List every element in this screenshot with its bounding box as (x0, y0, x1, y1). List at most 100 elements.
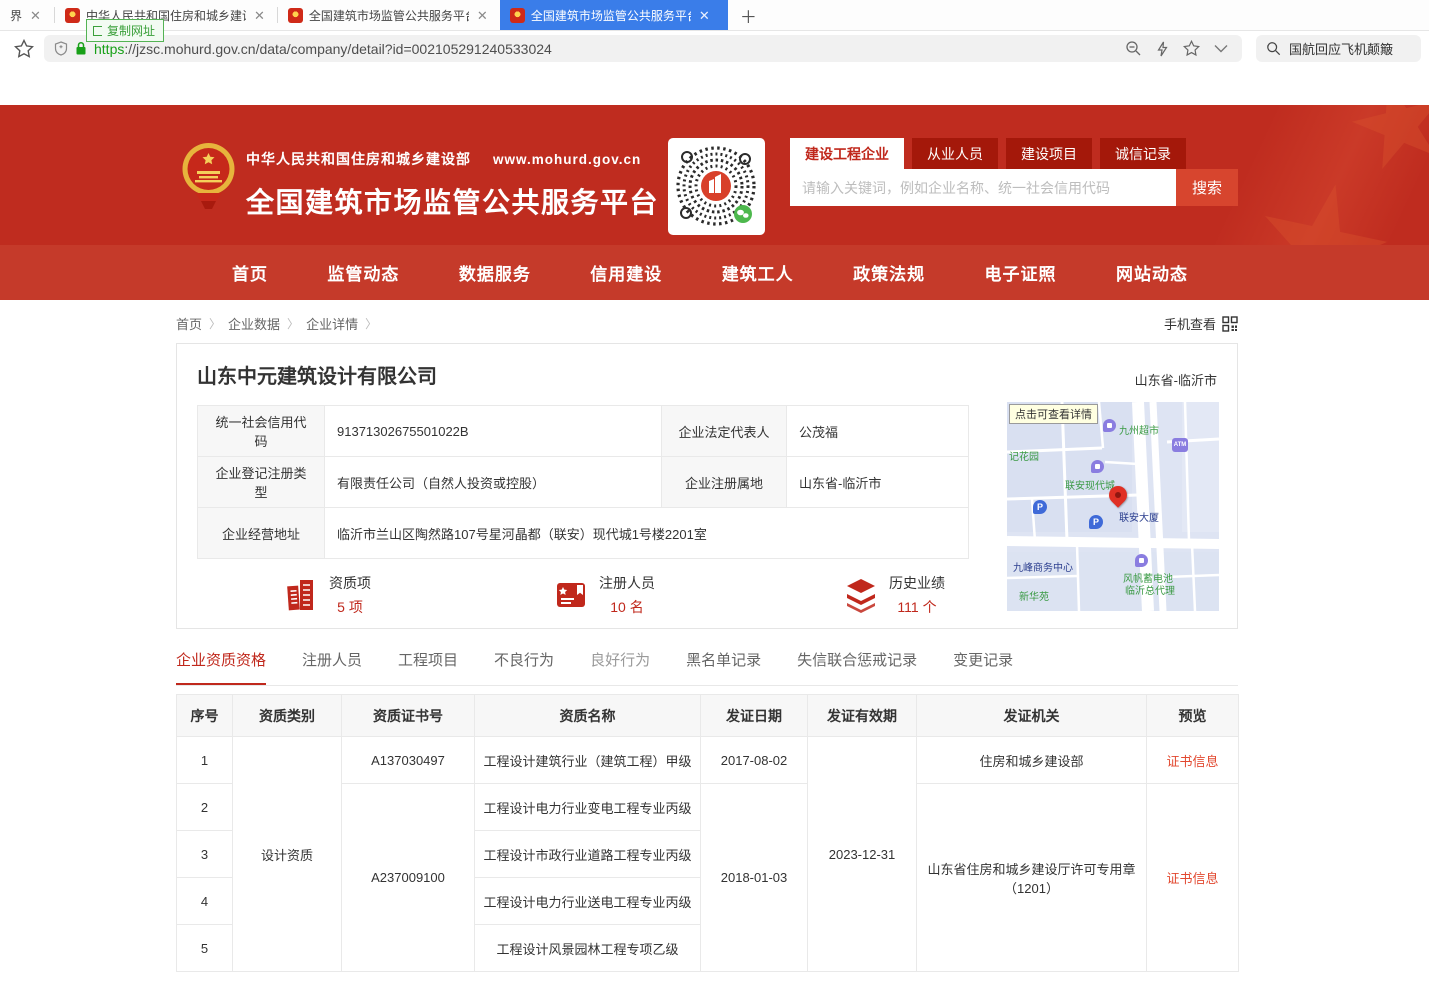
site-favicon-icon (510, 8, 525, 23)
nav-item-data-service[interactable]: 数据服务 (459, 260, 531, 285)
stat-historical-performance[interactable]: 历史业绩 111 个 (843, 573, 945, 617)
parking-icon: P (1089, 515, 1103, 529)
search-tab-credit[interactable]: 诚信记录 (1100, 138, 1186, 169)
tab-bad-behavior[interactable]: 不良行为 (494, 649, 554, 685)
nav-item-policy[interactable]: 政策法规 (853, 260, 925, 285)
company-name: 山东中元建筑设计有限公司 (197, 360, 437, 389)
cell-no: 5 (177, 925, 233, 972)
national-emblem-icon (181, 141, 236, 211)
close-icon[interactable]: ✕ (475, 9, 490, 22)
tab-qualifications[interactable]: 企业资质资格 (176, 649, 266, 685)
tab-projects[interactable]: 工程项目 (398, 649, 458, 685)
close-icon[interactable]: ✕ (28, 9, 43, 22)
flash-icon[interactable] (1156, 41, 1169, 57)
col-header: 资质类别 (233, 695, 342, 737)
tab-change-records[interactable]: 变更记录 (953, 649, 1013, 685)
poi-label: 临沂总代理 (1125, 582, 1175, 597)
tab-title: 界 (10, 7, 22, 24)
qualification-table: 序号 资质类别 资质证书号 资质名称 发证日期 发证有效期 发证机关 预览 1 … (176, 694, 1239, 972)
legal-rep-value: 公茂福 (787, 406, 969, 457)
field-label: 企业经营地址 (198, 508, 325, 559)
nav-item-supervision[interactable]: 监管动态 (327, 260, 399, 285)
cell-issue-date: 2018-01-03 (701, 784, 808, 972)
site-favicon-icon (65, 8, 80, 23)
nav-item-ecert[interactable]: 电子证照 (985, 260, 1057, 285)
tab-good-behavior[interactable]: 良好行为 (590, 649, 650, 685)
search-tab-enterprise[interactable]: 建设工程企业 (790, 138, 904, 169)
keyword-search-input[interactable] (790, 169, 1176, 206)
cell-no: 2 (177, 784, 233, 831)
breadcrumb-company-data[interactable]: 企业数据 (228, 314, 280, 333)
breadcrumb-home[interactable]: 首页 (176, 314, 202, 333)
stat-registered-personnel[interactable]: 注册人员 10 名 (553, 573, 655, 617)
tab-dishonesty[interactable]: 失信联合惩戒记录 (797, 649, 917, 685)
url-bar[interactable]: https://jzsc.mohurd.gov.cn/data/company/… (44, 35, 1242, 62)
cell-authority: 山东省住房和城乡建设厅许可专用章（1201） (917, 784, 1147, 972)
certificate-info-link[interactable]: 证书信息 (1166, 754, 1218, 769)
browser-tab-active[interactable]: 全国建筑市场监管公共服务平台 ✕ (500, 0, 728, 30)
tab-registered-personnel[interactable]: 注册人员 (302, 649, 362, 685)
nav-item-home[interactable]: 首页 (232, 260, 268, 285)
company-location-map[interactable]: 点击可查看详情 九州超市 ATM 记花园 联安现代城 联安大厦 P P 九峰商务… (1007, 402, 1219, 611)
qr-mini-icon[interactable] (1222, 316, 1238, 332)
poi-label: 九州超市 (1119, 422, 1159, 437)
chevron-down-icon[interactable] (1214, 44, 1228, 53)
field-label: 企业登记注册类型 (198, 457, 325, 508)
bookmark-star-icon[interactable] (14, 39, 34, 59)
poi-pin-icon (1091, 460, 1104, 473)
nav-item-site-news[interactable]: 网站动态 (1116, 260, 1188, 285)
breadcrumb-row: 首页 〉 企业数据 〉 企业详情 〉 手机查看 (176, 314, 1238, 333)
shield-icon[interactable] (54, 41, 68, 56)
detail-tabs: 企业资质资格 注册人员 工程项目 不良行为 良好行为 黑名单记录 失信联合惩戒记… (176, 649, 1238, 686)
new-tab-button[interactable]: ＋ (728, 0, 769, 30)
chevron-right-icon: 〉 (209, 315, 221, 332)
cell-qual-name: 工程设计电力行业送电工程专业丙级 (475, 878, 701, 925)
breadcrumb-company-detail[interactable]: 企业详情 (306, 314, 358, 333)
nav-item-workers[interactable]: 建筑工人 (722, 260, 794, 285)
field-label: 企业注册属地 (662, 457, 787, 508)
field-label: 企业法定代表人 (662, 406, 787, 457)
layers-icon (843, 577, 879, 613)
cell-qual-name: 工程设计市政行业道路工程专业丙级 (475, 831, 701, 878)
cell-issue-date: 2017-08-02 (701, 737, 808, 784)
stat-label: 历史业绩 (889, 573, 945, 593)
cell-cert-no: A137030497 (342, 737, 475, 784)
chevron-right-icon: 〉 (365, 315, 377, 332)
cell-no: 3 (177, 831, 233, 878)
wechat-qr-code (673, 143, 760, 230)
cell-valid-until: 2023-12-31 (808, 737, 917, 972)
col-header: 发证日期 (701, 695, 808, 737)
nav-item-credit[interactable]: 信用建设 (590, 260, 662, 285)
site-favicon-icon (288, 8, 303, 23)
stat-label: 资质项 (329, 573, 371, 593)
browser-tab-jzsc[interactable]: 全国建筑市场监管公共服务平台 ✕ (278, 0, 500, 30)
atm-icon: ATM (1172, 438, 1188, 452)
search-tab-project[interactable]: 建设项目 (1006, 138, 1092, 169)
cell-qual-name: 工程设计电力行业变电工程专业丙级 (475, 784, 701, 831)
close-icon[interactable]: ✕ (252, 9, 267, 22)
main-nav: 首页 监管动态 数据服务 信用建设 建筑工人 政策法规 电子证照 网站动态 (0, 245, 1429, 300)
certificate-info-link[interactable]: 证书信息 (1166, 871, 1218, 886)
cell-no: 1 (177, 737, 233, 784)
cell-preview: 证书信息 (1147, 737, 1239, 784)
browser-tab-strip: 界 ✕ 中华人民共和国住房和城乡建设 ✕ 全国建筑市场监管公共服务平台 ✕ 全国… (0, 0, 1429, 31)
mobile-view[interactable]: 手机查看 (1164, 314, 1238, 333)
tab-title: 全国建筑市场监管公共服务平台 (531, 7, 691, 24)
search-icon (1266, 41, 1281, 56)
stat-qualifications[interactable]: 资质项 5 项 (283, 573, 371, 617)
close-icon[interactable]: ✕ (697, 9, 712, 22)
field-label: 统一社会信用代码 (198, 406, 325, 457)
poi-label: 联安现代城 (1065, 477, 1115, 492)
browser-tab-partial[interactable]: 界 ✕ (0, 0, 54, 30)
hot-search-box[interactable]: 国航回应飞机颠簸 (1256, 35, 1421, 62)
star-icon[interactable] (1183, 40, 1200, 57)
brand-block: 中华人民共和国住房和城乡建设部 www.mohurd.gov.cn 全国建筑市场… (246, 149, 659, 221)
copy-icon (93, 26, 102, 36)
search-tab-personnel[interactable]: 从业人员 (912, 138, 998, 169)
search-button[interactable]: 搜索 (1176, 169, 1238, 206)
tab-blacklist[interactable]: 黑名单记录 (686, 649, 761, 685)
stat-label: 注册人员 (599, 573, 655, 593)
zoom-out-icon[interactable] (1125, 40, 1142, 57)
wechat-qr-card (668, 138, 765, 235)
cell-no: 4 (177, 878, 233, 925)
